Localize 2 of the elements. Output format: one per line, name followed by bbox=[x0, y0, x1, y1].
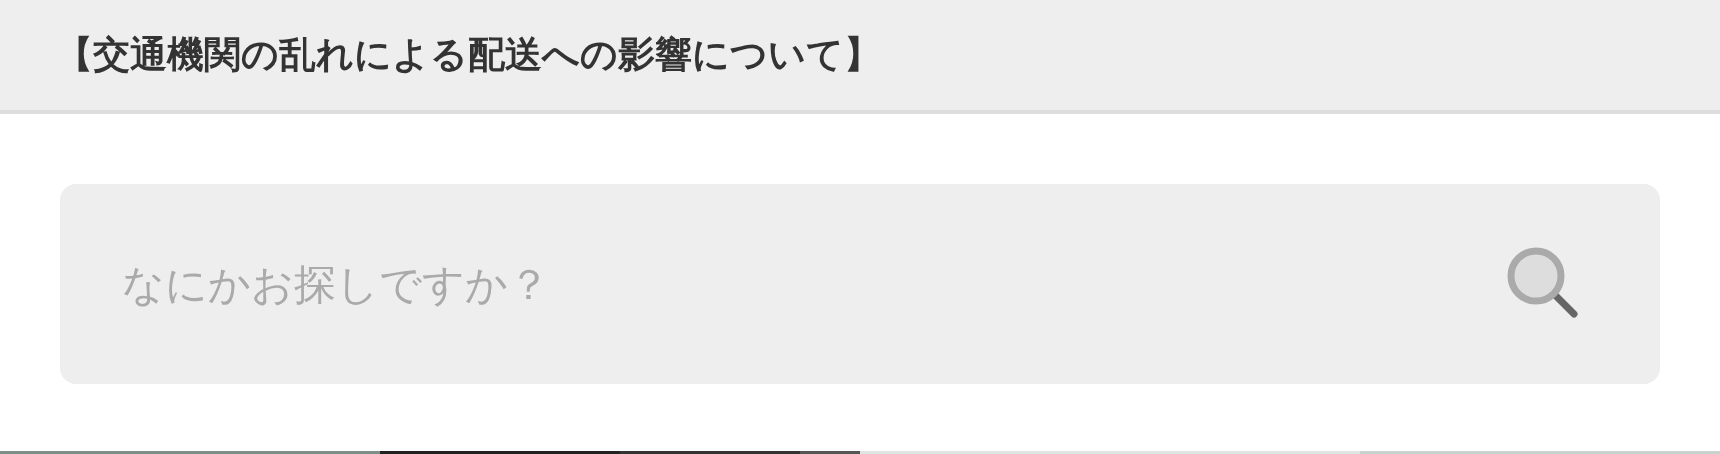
notice-title[interactable]: 【交通機関の乱れによる配送への影響について】 bbox=[56, 30, 881, 80]
search-field[interactable]: なにかお探しですか？ bbox=[60, 184, 1660, 384]
